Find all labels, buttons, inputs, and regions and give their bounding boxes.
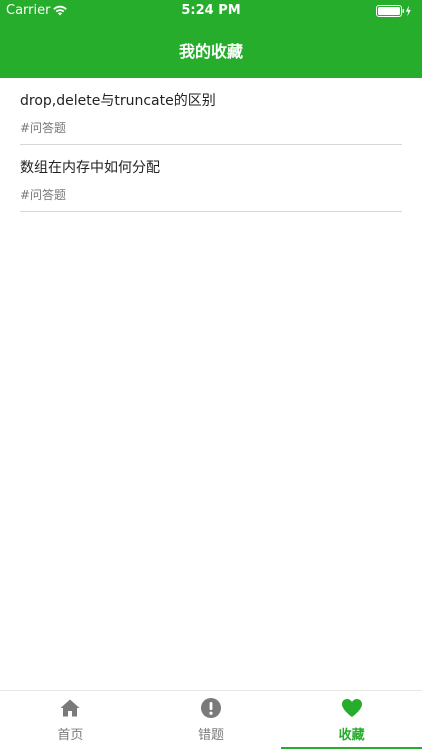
list-item[interactable]: 数组在内存中如何分配 #问答题 xyxy=(20,145,402,212)
list-item-title: drop,delete与truncate的区别 xyxy=(20,93,216,109)
screen: Carrier 5:24 PM 我的收藏 drop,delete与truncat… xyxy=(0,0,422,751)
alert-icon xyxy=(201,698,221,718)
tab-favorites-label: 收藏 xyxy=(338,728,365,743)
page-title: 我的收藏 xyxy=(178,42,243,61)
tab-home[interactable]: 首页 xyxy=(0,691,141,751)
list-item-tag: #问答题 xyxy=(20,121,67,135)
tab-wrong-label: 错题 xyxy=(198,728,225,743)
header: Carrier 5:24 PM 我的收藏 xyxy=(0,0,422,78)
tab-favorites[interactable]: 收藏 xyxy=(281,691,422,751)
clock: 5:24 PM xyxy=(181,3,241,18)
battery-icon xyxy=(376,5,411,17)
active-tab-indicator xyxy=(281,747,422,749)
list-item[interactable]: drop,delete与truncate的区别 #问答题 xyxy=(20,78,402,145)
home-icon xyxy=(60,699,80,717)
favorites-list: drop,delete与truncate的区别 #问答题 数组在内存中如何分配 … xyxy=(20,78,402,212)
list-item-tag: #问答题 xyxy=(20,188,67,202)
heart-icon xyxy=(341,699,362,717)
tab-home-label: 首页 xyxy=(57,728,84,743)
list-item-title: 数组在内存中如何分配 xyxy=(20,160,160,176)
tab-wrong-questions[interactable]: 错题 xyxy=(141,691,282,751)
tab-bar: 首页 错题 收藏 xyxy=(0,690,422,751)
status-bar: Carrier 5:24 PM xyxy=(0,0,422,22)
